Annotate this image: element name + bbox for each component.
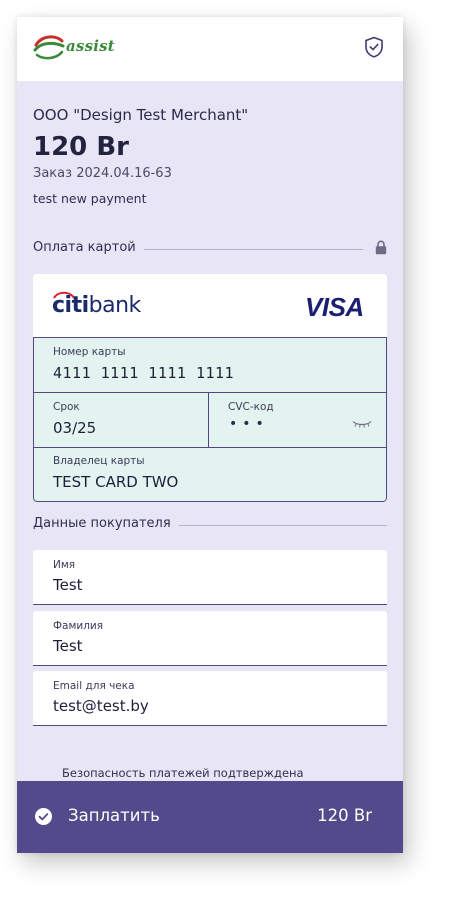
last-name-value: Test <box>53 637 83 655</box>
first-name-field[interactable]: Имя Test <box>33 550 387 605</box>
card-fields: Номер карты 4111 1111 1111 1111 Срок 03/… <box>33 337 387 502</box>
expiry-field[interactable]: Срок 03/25 <box>34 393 208 447</box>
buyer-section-header: Данные покупателя <box>33 515 387 535</box>
cvc-value: ••• <box>229 416 269 432</box>
email-value: test@test.by <box>53 697 149 715</box>
pay-button-amount: 120 Br <box>317 806 372 825</box>
email-field[interactable]: Email для чека test@test.by <box>33 671 387 726</box>
card-number-value: 4111 1111 1111 1111 <box>53 364 235 382</box>
merchant-name: OOO "Design Test Merchant" <box>33 106 249 124</box>
cardholder-field[interactable]: Владелец карты TEST CARD TWO <box>34 448 386 502</box>
order-label: Заказ <box>33 166 73 181</box>
assist-logo: assist <box>32 31 124 65</box>
last-name-field[interactable]: Фамилия Test <box>33 611 387 666</box>
bank-name-rest: bank <box>88 293 142 318</box>
card-number-field[interactable]: Номер карты 4111 1111 1111 1111 <box>34 338 386 392</box>
eye-closed-icon[interactable] <box>352 420 372 428</box>
pay-button[interactable]: Заплатить 120 Br <box>17 781 403 853</box>
logo-text: assist <box>66 37 115 55</box>
card-number-label: Номер карты <box>53 346 126 358</box>
bank-logo: citibank <box>52 293 141 318</box>
payment-amount: 120 Br <box>33 132 129 162</box>
check-circle-icon <box>35 808 52 825</box>
buyer-section-title: Данные покупателя <box>33 516 179 531</box>
cardholder-label: Владелец карты <box>53 455 145 467</box>
card-section-header: Оплата картой <box>33 239 387 259</box>
top-bar: assist <box>17 17 403 81</box>
order-number: 2024.04.16-63 <box>76 166 172 181</box>
security-note: Безопасность платежей подтверждена <box>62 766 304 780</box>
payment-description: test new payment <box>33 191 147 206</box>
shield-check-icon <box>365 36 383 58</box>
lock-icon <box>375 240 387 255</box>
pay-button-label: Заплатить <box>68 806 160 825</box>
card-form: citibank VISA Номер карты 4111 1111 1111… <box>33 274 387 502</box>
cvc-label: CVC-код <box>228 401 274 413</box>
card-section-title: Оплата картой <box>33 240 144 255</box>
order-info: Заказ 2024.04.16-63 <box>33 166 172 181</box>
visa-logo: VISA <box>305 292 364 322</box>
last-name-label: Фамилия <box>53 620 104 632</box>
expiry-value: 03/25 <box>53 419 97 437</box>
cardholder-value: TEST CARD TWO <box>53 473 179 491</box>
email-label: Email для чека <box>53 680 135 692</box>
bank-name-bold: citi <box>52 293 89 318</box>
first-name-value: Test <box>53 576 83 594</box>
expiry-label: Срок <box>53 401 80 413</box>
first-name-label: Имя <box>53 559 76 571</box>
payment-screen: assist OOO "Design Test Merchant" 120 Br… <box>17 17 403 853</box>
